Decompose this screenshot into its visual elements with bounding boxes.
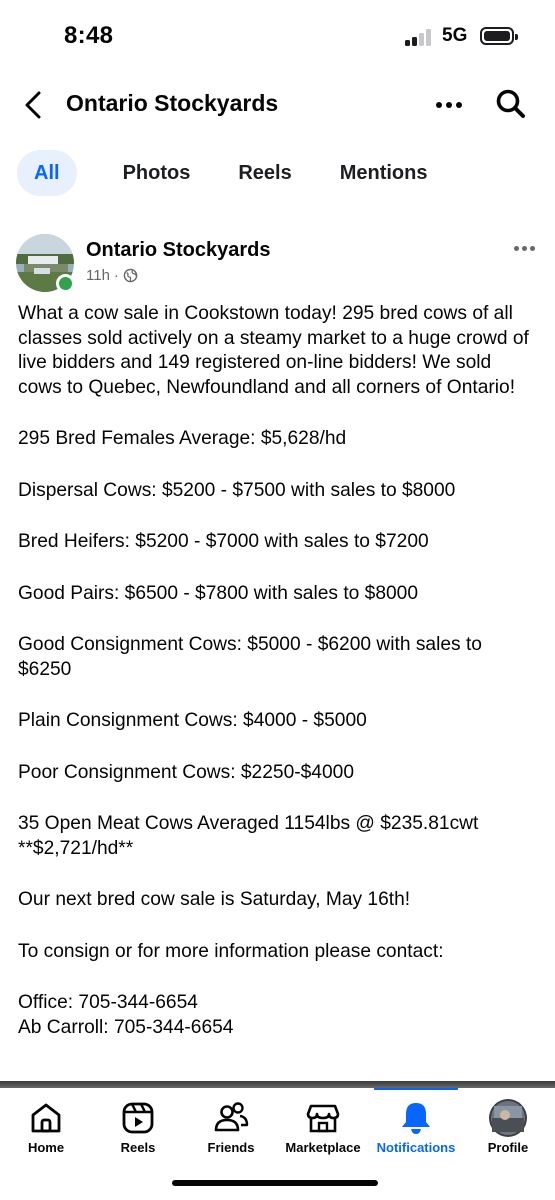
globe-icon xyxy=(123,268,138,283)
marketplace-icon xyxy=(306,1104,340,1133)
search-icon xyxy=(496,89,525,118)
post-meta: 11h · xyxy=(86,267,138,284)
online-status-dot xyxy=(56,274,75,293)
post-paragraph: Our next bred cow sale is Saturday, May … xyxy=(18,889,411,910)
nav-home[interactable]: Home xyxy=(14,1100,78,1170)
post-paragraph: Poor Consignment Cows: $2250-$4000 xyxy=(18,761,354,783)
post-paragraph: What a cow sale in Cookstown today! 295 … xyxy=(18,303,529,398)
profile-avatar xyxy=(489,1099,527,1137)
nav-marketplace[interactable]: Marketplace xyxy=(280,1100,366,1170)
post-paragraph: Bred Heifers: $5200 - $7000 with sales t… xyxy=(18,531,429,552)
page-title: Ontario Stockyards xyxy=(66,90,279,116)
nav-friends[interactable]: Friends xyxy=(196,1100,266,1170)
tab-reels[interactable]: Reels xyxy=(238,150,291,196)
bell-icon xyxy=(402,1103,430,1134)
post-paragraph: Dispersal Cows: $5200 - $7500 with sales… xyxy=(18,479,456,501)
nav-label: Friends xyxy=(207,1140,255,1155)
tab-photos[interactable]: Photos xyxy=(123,150,191,196)
battery-icon xyxy=(480,27,518,45)
nav-notifications[interactable]: Notifications xyxy=(371,1100,461,1170)
post-author[interactable]: Ontario Stockyards xyxy=(86,239,271,262)
signal-icon xyxy=(405,29,435,46)
status-time: 8:48 xyxy=(64,22,114,49)
nav-label: Home xyxy=(27,1140,65,1155)
meta-separator: · xyxy=(113,267,119,284)
post-paragraph: Good Consignment Cows: $5000 - $6200 wit… xyxy=(18,634,482,680)
filter-tabs: All Photos Reels Mentions xyxy=(17,150,476,196)
ellipsis-icon xyxy=(513,245,519,251)
status-bar: 8:48 5G xyxy=(0,0,555,74)
nav-profile[interactable]: Profile xyxy=(480,1099,536,1170)
nav-reels[interactable]: Reels xyxy=(106,1100,170,1170)
friends-icon xyxy=(214,1102,249,1132)
post-paragraph: Plain Consignment Cows: $4000 - $5000 xyxy=(18,710,367,731)
post-paragraph: To consign or for more information pleas… xyxy=(18,940,444,962)
home-indicator xyxy=(172,1180,378,1186)
post-paragraph: 295 Bred Females Average: $5,628/hd xyxy=(18,428,347,449)
page-header: Ontario Stockyards xyxy=(0,78,555,132)
contact-person: Ab Carroll: 705-344-6654 xyxy=(18,1016,234,1038)
contact-office: Office: 705-344-6654 xyxy=(18,992,198,1013)
post-text: What a cow sale in Cookstown today! 295 … xyxy=(18,302,540,1040)
search-button[interactable] xyxy=(494,87,528,121)
post-paragraph: Good Pairs: $6500 - $7800 with sales to … xyxy=(18,582,419,604)
nav-label: Profile xyxy=(487,1140,529,1155)
home-icon xyxy=(31,1103,61,1133)
nav-label: Notifications xyxy=(376,1140,456,1155)
reels-icon xyxy=(122,1102,154,1134)
more-options-button[interactable] xyxy=(432,90,466,120)
post-header: Ontario Stockyards 11h · xyxy=(16,234,539,294)
nav-divider xyxy=(0,1081,555,1088)
back-button[interactable] xyxy=(18,88,52,122)
post-options-button[interactable] xyxy=(509,240,539,256)
ellipsis-icon xyxy=(436,102,442,108)
tab-all[interactable]: All xyxy=(17,150,77,196)
tab-mentions[interactable]: Mentions xyxy=(340,150,428,196)
chevron-left-icon xyxy=(25,91,41,119)
nav-label: Marketplace xyxy=(285,1140,361,1155)
post-age: 11h xyxy=(86,267,110,284)
nav-label: Reels xyxy=(120,1140,156,1155)
network-label: 5G xyxy=(442,25,468,46)
post-paragraph: 35 Open Meat Cows Averaged 1154lbs @ $23… xyxy=(18,813,479,859)
